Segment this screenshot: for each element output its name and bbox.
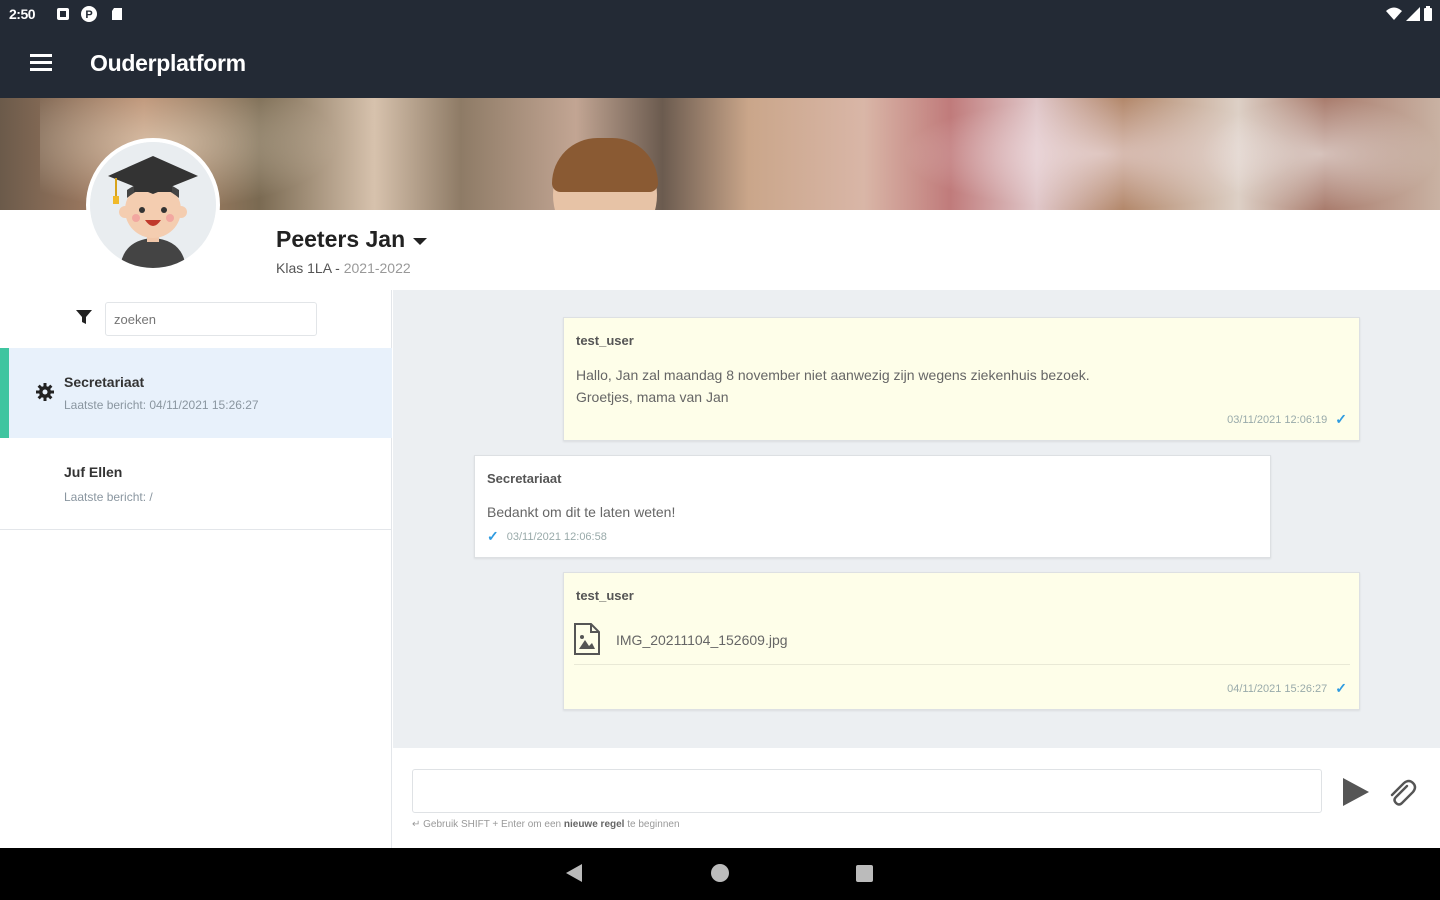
chat-messages-area: test_user Hallo, Jan zal maandag 8 novem… xyxy=(393,290,1440,748)
file-image-icon xyxy=(574,623,600,655)
class-label: Klas 1LA xyxy=(276,260,332,276)
message-author: test_user xyxy=(576,333,634,348)
chat-message: Secretariaat Bedankt om dit te laten wet… xyxy=(474,455,1271,558)
message-composer: ↵ Gebruik SHIFT + Enter om een nieuwe re… xyxy=(393,748,1440,848)
send-icon[interactable] xyxy=(1339,776,1371,808)
recent-apps-icon[interactable] xyxy=(856,865,873,882)
conversation-list-panel: Secretariaat Laatste bericht: 04/11/2021… xyxy=(0,290,392,848)
conversation-item-juf-ellen[interactable]: Juf Ellen Laatste bericht: / xyxy=(0,440,392,530)
status-time: 2:50 xyxy=(9,6,36,22)
message-timestamp: 03/11/2021 12:06:19 ✓ xyxy=(1227,411,1347,427)
graduate-avatar-icon xyxy=(90,142,216,268)
battery-icon xyxy=(1424,6,1432,21)
home-icon[interactable] xyxy=(711,864,729,882)
app-title: Ouderplatform xyxy=(90,50,246,76)
status-bar: 2:50 P xyxy=(0,0,1440,30)
hamburger-icon xyxy=(30,54,52,57)
app-bar: Ouderplatform xyxy=(0,30,1440,98)
message-author: test_user xyxy=(576,588,634,603)
message-timestamp: ✓ 03/11/2021 12:06:58 xyxy=(487,528,607,544)
chat-message: test_user IMG_20211104_152609.jpg 04/11/… xyxy=(563,572,1360,710)
paperclip-icon[interactable] xyxy=(1385,776,1417,808)
svg-text:P: P xyxy=(85,9,92,21)
chevron-down-icon[interactable] xyxy=(413,238,428,245)
read-check-icon: ✓ xyxy=(1335,411,1347,427)
wifi-icon xyxy=(1386,7,1402,20)
status-icons xyxy=(1386,6,1432,21)
conversation-last-message: Laatste bericht: / xyxy=(64,490,153,504)
attachment-filename: IMG_20211104_152609.jpg xyxy=(616,632,788,648)
gear-icon xyxy=(36,383,54,401)
profile-class-year: Klas 1LA - 2021-2022 xyxy=(276,260,411,276)
composer-hint: ↵ Gebruik SHIFT + Enter om een nieuwe re… xyxy=(412,819,680,830)
conversation-title: Juf Ellen xyxy=(64,464,123,480)
chat-message: test_user Hallo, Jan zal maandag 8 novem… xyxy=(563,317,1360,441)
search-input[interactable] xyxy=(105,302,317,336)
student-avatar xyxy=(86,138,220,272)
message-text: Hallo, Jan zal maandag 8 november niet a… xyxy=(576,367,1090,405)
conversation-title: Secretariaat xyxy=(64,374,145,390)
sd-card-icon xyxy=(112,8,122,20)
school-year: 2021-2022 xyxy=(343,260,411,276)
read-check-icon: ✓ xyxy=(487,528,499,544)
attachment-link[interactable]: IMG_20211104_152609.jpg xyxy=(574,619,1350,665)
p-icon: P xyxy=(81,6,97,22)
conversation-last-message: Laatste bericht: 04/11/2021 15:26:27 xyxy=(64,398,259,412)
system-navigation-bar xyxy=(0,848,1440,900)
message-text: Bedankt om dit te laten weten! xyxy=(487,504,676,520)
back-icon[interactable] xyxy=(566,864,582,882)
message-input[interactable] xyxy=(412,769,1322,813)
message-timestamp: 04/11/2021 15:26:27 ✓ xyxy=(1227,680,1347,696)
read-check-icon: ✓ xyxy=(1335,680,1347,696)
hamburger-menu-button[interactable] xyxy=(26,50,56,76)
filter-icon[interactable] xyxy=(75,308,93,326)
notification-icon xyxy=(57,8,69,20)
signal-icon xyxy=(1406,6,1420,21)
message-author: Secretariaat xyxy=(487,471,562,486)
profile-name-dropdown[interactable]: Peeters Jan xyxy=(276,226,428,253)
profile-name: Peeters Jan xyxy=(276,226,406,252)
conversation-item-secretariaat[interactable]: Secretariaat Laatste bericht: 04/11/2021… xyxy=(0,348,392,438)
